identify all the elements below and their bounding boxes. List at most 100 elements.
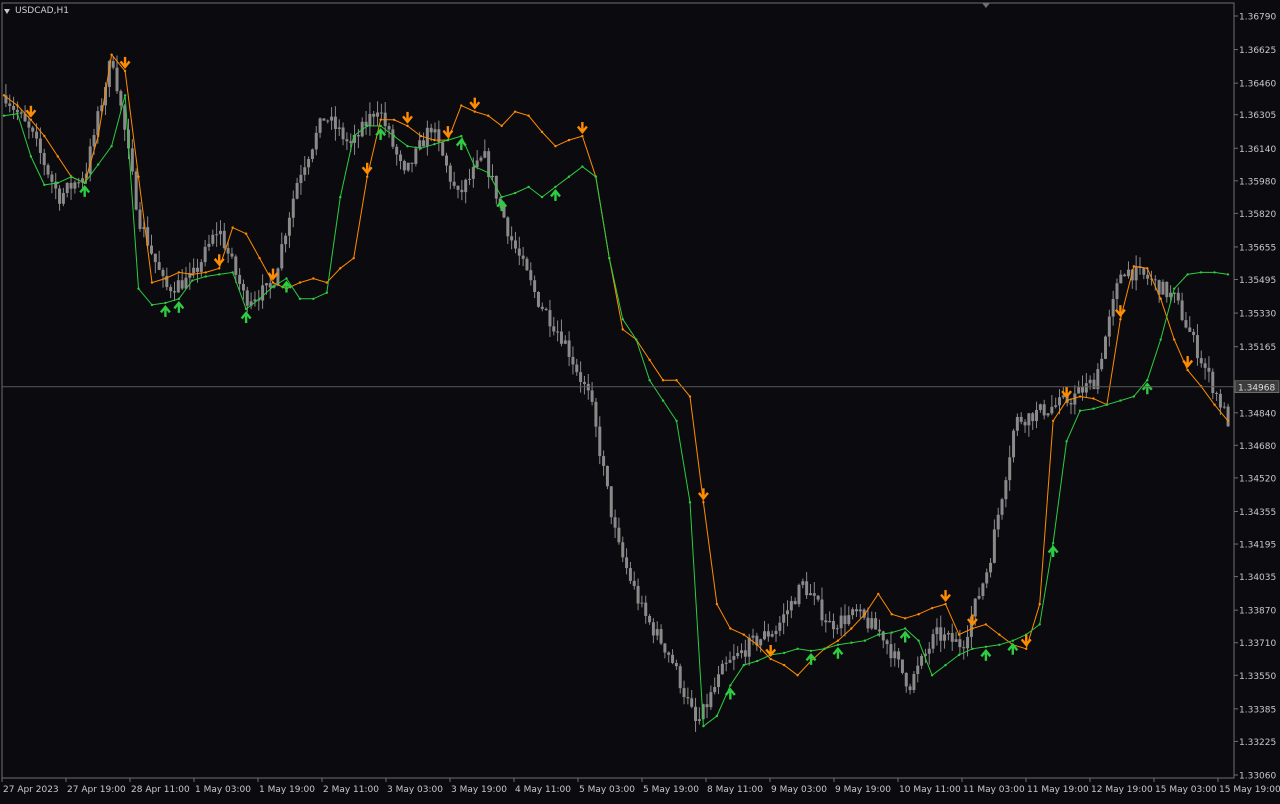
candle-body [1180, 300, 1184, 321]
sell-arrow-icon [119, 56, 131, 69]
candle-body [264, 283, 268, 286]
indicator-dot [877, 633, 880, 636]
indicator-dot [298, 297, 302, 301]
chart-area[interactable]: 1.36790 1.36625 1.36460 1.36305 1.36140 1.359… [0, 0, 1280, 800]
indicator-dot [890, 631, 893, 634]
candle-body [58, 188, 62, 204]
candle-body [778, 622, 782, 631]
candle-body [241, 283, 245, 291]
indicator-dot [231, 271, 234, 274]
indicator-dot [715, 714, 719, 718]
candle-body [943, 634, 947, 641]
buy-arrow-icon [1047, 545, 1059, 558]
candle-body [628, 568, 632, 581]
candle-body [510, 236, 514, 241]
candle-body [789, 600, 793, 611]
candle-body [284, 235, 288, 245]
indicator-dot [164, 277, 167, 280]
candle-body [234, 256, 238, 275]
candle-body [697, 719, 701, 722]
y-axis-tick-label: 1.34520 [1239, 474, 1276, 484]
candle-body [452, 181, 456, 186]
indicator-dot [1051, 541, 1055, 545]
candle-body [655, 629, 659, 636]
candle-body [640, 602, 644, 604]
candle-body [19, 112, 23, 114]
candle-body [226, 248, 230, 254]
candle-body [172, 291, 176, 293]
candle-body [211, 234, 215, 244]
indicator-dot [285, 277, 288, 280]
indicator-dot [971, 647, 974, 651]
candle-body [525, 258, 529, 271]
candle-body [663, 643, 667, 653]
candle-body [774, 630, 778, 635]
indicator-dot [271, 281, 275, 284]
indicator-dot [487, 171, 490, 174]
buy-arrow-icon [455, 138, 467, 151]
candle-body [954, 639, 958, 642]
y-axis-tick-label: 1.34355 [1239, 508, 1276, 518]
candle-body [548, 310, 552, 327]
candle-body [372, 113, 376, 117]
indicator-dot [903, 617, 907, 620]
candle-body [399, 154, 403, 162]
price-chart-svg: 1.36790 1.36625 1.36460 1.36305 1.36140 1.359… [1, 2, 1280, 795]
candle-body [931, 634, 935, 649]
indicator-dot [460, 104, 463, 107]
buy-arrow-icon [173, 300, 185, 313]
indicator-dot [581, 134, 584, 138]
indicator-dot [944, 663, 947, 667]
indicator-dot [191, 279, 194, 282]
candle-body [61, 192, 65, 204]
candle-body [1008, 457, 1012, 481]
y-axis-tick-label: 1.35495 [1239, 276, 1276, 286]
indicator-dot [164, 301, 167, 305]
indicator-dot [150, 303, 154, 307]
x-axis-tick-label: 8 May 11:00 [707, 785, 763, 795]
indicator-dot [1213, 403, 1216, 406]
indicator-dot [123, 69, 127, 73]
indicator-dot [96, 163, 100, 166]
y-axis-tick-label: 1.34680 [1239, 442, 1276, 452]
candle-body [866, 617, 870, 629]
symbol-selector[interactable]: USDCAD,H1 [4, 4, 69, 18]
indicator-dot [123, 94, 127, 97]
candle-body [962, 647, 966, 649]
candle-body [134, 171, 138, 210]
candle-body [897, 651, 901, 660]
indicator-dot [325, 291, 329, 294]
y-axis-tick-label: 1.35980 [1239, 177, 1276, 187]
candle-body [1142, 268, 1146, 275]
indicator-dot [742, 633, 745, 636]
candle-body [395, 146, 399, 155]
candle-body [161, 269, 165, 276]
candle-body [740, 650, 744, 654]
indicator-dot [244, 232, 248, 235]
indicator-dot [1172, 287, 1176, 290]
candle-body [1161, 281, 1165, 295]
candle-body [1027, 413, 1031, 426]
x-axis-tick-label: 3 May 19:00 [451, 785, 507, 795]
x-axis-tick-label: 1 May 19:00 [259, 785, 315, 795]
candle-body [157, 262, 161, 270]
candle-body [445, 155, 449, 166]
y-axis-tick-label: 1.33710 [1239, 639, 1276, 649]
indicator-dot [1226, 273, 1230, 276]
candle-body [402, 161, 406, 171]
y-axis-tick-label: 1.36460 [1239, 80, 1276, 90]
y-axis-tick-label: 1.36790 [1239, 13, 1276, 23]
x-axis-tick-label: 11 May 19:00 [1027, 785, 1089, 795]
indicator-dot [137, 175, 140, 178]
candle-body [582, 382, 586, 384]
indicator-dot [608, 256, 611, 260]
indicator-dot [258, 297, 261, 301]
candle-body [732, 656, 736, 660]
indicator-dot [661, 379, 665, 382]
indicator-dot [1092, 397, 1095, 400]
candle-body [425, 127, 429, 147]
indicator-dot [648, 358, 651, 362]
indicator-dot [688, 395, 692, 398]
indicator-dot [1051, 419, 1055, 423]
candle-body [1004, 480, 1008, 500]
